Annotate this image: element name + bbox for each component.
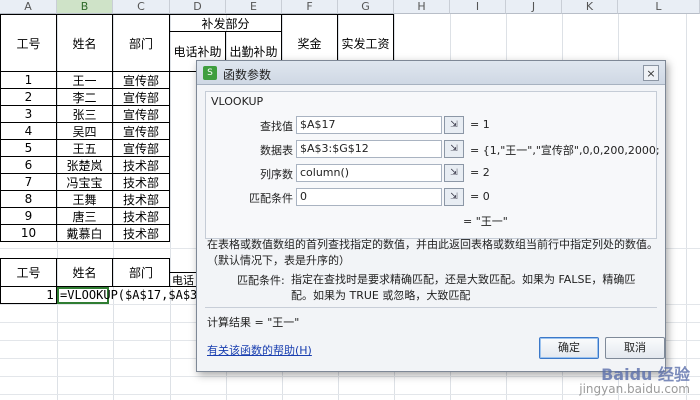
range-select-icon: ⇲ [450, 168, 458, 178]
watermark-logo: Baidu 经验 [601, 365, 690, 384]
row-no[interactable]: 4 [0, 123, 57, 140]
column-header-C[interactable]: C [113, 0, 170, 14]
header-dept[interactable]: 部门 [113, 14, 170, 72]
row-name[interactable]: 李二 [57, 89, 113, 106]
collapse-dialog-button[interactable]: ⇲ [444, 116, 464, 134]
column-header-E[interactable]: E [226, 0, 282, 14]
ok-button[interactable]: 确定 [539, 337, 599, 359]
arg-description: 指定在查找时是要求精确匹配，还是大致匹配。如果为 FALSE，精确匹配。如果为 … [291, 273, 636, 302]
function-name: VLOOKUP [211, 95, 264, 108]
header-id[interactable]: 工号 [0, 14, 57, 72]
row-dept[interactable]: 宣传部 [113, 106, 170, 123]
row-no[interactable]: 9 [0, 208, 57, 225]
range-select-icon: ⇲ [450, 144, 458, 154]
divider [205, 307, 657, 308]
row-no[interactable]: 3 [0, 106, 57, 123]
arg-input-lookup-value[interactable]: $A$17 [296, 116, 442, 134]
row-dept[interactable]: 宣传部 [113, 140, 170, 157]
arg-input-table-array[interactable]: $A$3:$G$12 [296, 140, 442, 158]
row-dept[interactable]: 技术部 [113, 174, 170, 191]
function-description: 在表格或数值数组的首列查找指定的数值，并由此返回表格或数组当前行中指定列处的数值… [207, 238, 658, 267]
row-no[interactable]: 6 [0, 157, 57, 174]
row-name[interactable]: 唐三 [57, 208, 113, 225]
spreadsheet-app-icon: S [203, 66, 217, 80]
arg-label-col-index: 列序数 [260, 168, 293, 181]
column-header-K[interactable]: K [562, 0, 618, 14]
watermark: Baidu 经验 jingyan.baidu.com [579, 365, 690, 397]
column-header-G[interactable]: G [338, 0, 394, 14]
table2-header-name[interactable]: 姓名 [57, 258, 113, 287]
calc-result: 计算结果 = "王一" [207, 316, 300, 329]
row-dept[interactable]: 技术部 [113, 157, 170, 174]
row-dept[interactable]: 宣传部 [113, 123, 170, 140]
row-name[interactable]: 冯宝宝 [57, 174, 113, 191]
range-select-icon: ⇲ [450, 120, 458, 130]
column-header-A[interactable]: A [0, 0, 57, 14]
arg-result-range-lookup: = 0 [470, 190, 490, 203]
arg-input-col-index[interactable]: column() [296, 164, 442, 182]
column-header-J[interactable]: J [506, 0, 562, 14]
cancel-button[interactable]: 取消 [605, 337, 665, 359]
column-header-B[interactable]: B [57, 0, 113, 14]
collapse-dialog-button[interactable]: ⇲ [444, 188, 464, 206]
row-dept[interactable]: 宣传部 [113, 89, 170, 106]
column-header-L[interactable]: L [618, 0, 700, 14]
dialog-title: 函数参数 [223, 68, 272, 82]
column-header-D[interactable]: D [170, 0, 226, 14]
header-name[interactable]: 姓名 [57, 14, 113, 72]
row-dept[interactable]: 技术部 [113, 225, 170, 242]
arg-input-range-lookup[interactable]: 0 [296, 188, 442, 206]
row-no[interactable]: 10 [0, 225, 57, 242]
grid-line [686, 14, 687, 400]
range-select-icon: ⇲ [450, 192, 458, 202]
row-name[interactable]: 吴四 [57, 123, 113, 140]
table2-header-id[interactable]: 工号 [0, 258, 57, 287]
arg-label-range-lookup: 匹配条件 [249, 192, 293, 205]
help-link[interactable]: 有关该函数的帮助(H) [207, 342, 312, 358]
dialog-title-bar[interactable]: S 函数参数 × [197, 61, 665, 85]
row-no[interactable]: 8 [0, 191, 57, 208]
column-header-I[interactable]: I [450, 0, 506, 14]
row-name[interactable]: 王舞 [57, 191, 113, 208]
column-header-H[interactable]: H [394, 0, 450, 14]
collapse-dialog-button[interactable]: ⇲ [444, 164, 464, 182]
row-dept[interactable]: 技术部 [113, 208, 170, 225]
arg-label-table-array: 数据表 [260, 144, 293, 157]
close-button[interactable]: × [643, 65, 659, 81]
row-no[interactable]: 7 [0, 174, 57, 191]
arg-result-lookup-value: = 1 [470, 118, 490, 131]
arg-description-name: 匹配条件: [237, 274, 285, 287]
column-header-F[interactable]: F [282, 0, 338, 14]
row-dept[interactable]: 宣传部 [113, 72, 170, 89]
watermark-url: jingyan.baidu.com [579, 382, 690, 396]
row-no[interactable]: 5 [0, 140, 57, 157]
arg-result-table-array: = {1,"王一","宣传部",0,0,200,2000;2,"李二"... [470, 144, 660, 157]
row-name[interactable]: 王一 [57, 72, 113, 89]
row-name[interactable]: 王五 [57, 140, 113, 157]
row-dept[interactable]: 技术部 [113, 191, 170, 208]
table2-header-dept[interactable]: 部门 [113, 258, 170, 287]
header-subsidy[interactable]: 补发部分 [170, 14, 282, 32]
function-result: = "王一" [463, 215, 508, 228]
row-name[interactable]: 张三 [57, 106, 113, 123]
row-no[interactable]: 2 [0, 89, 57, 106]
table2-row-no[interactable]: 1 [0, 287, 57, 304]
row-name[interactable]: 张楚岚 [57, 157, 113, 174]
arg-label-lookup-value: 查找值 [260, 120, 293, 133]
formula-cell[interactable]: =VLOOKUP($A$17,$A$3:$G [57, 287, 219, 304]
row-name[interactable]: 戴慕白 [57, 225, 113, 242]
collapse-dialog-button[interactable]: ⇲ [444, 140, 464, 158]
row-no[interactable]: 1 [0, 72, 57, 89]
arg-result-col-index: = 2 [470, 166, 490, 179]
function-arguments-dialog[interactable]: S 函数参数 × VLOOKUP 查找值 $A$17 ⇲ = 1 数据表 $A$… [196, 60, 666, 372]
